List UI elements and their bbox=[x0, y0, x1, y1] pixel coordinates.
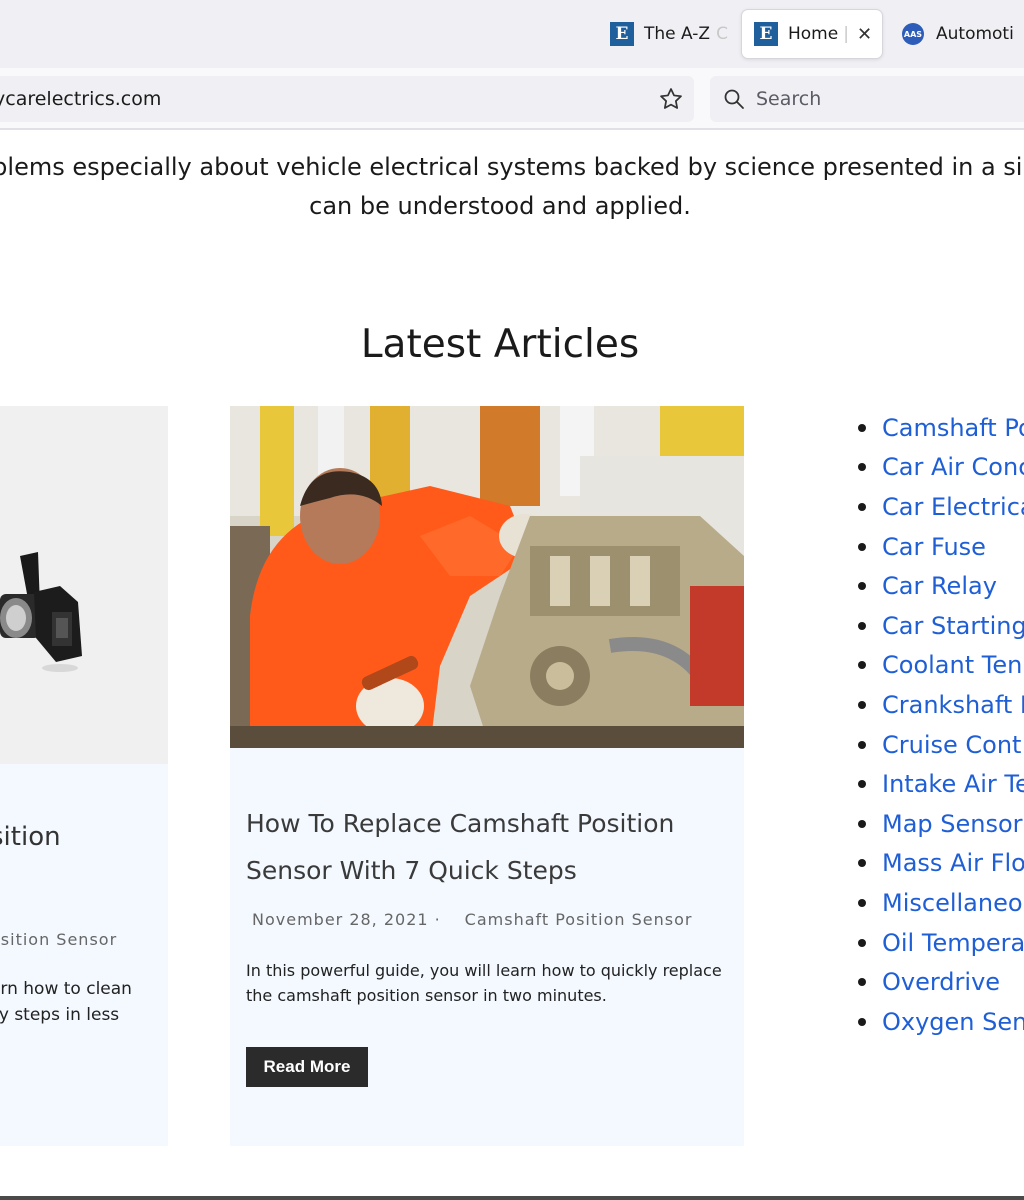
category-link[interactable]: Car Electrica bbox=[882, 493, 1024, 521]
search-input[interactable]: Search bbox=[710, 76, 1024, 122]
bullet-icon bbox=[858, 898, 866, 907]
bullet-icon bbox=[858, 423, 866, 432]
article-date[interactable]: November 28, 2021 bbox=[252, 910, 429, 929]
category-link[interactable]: Car Air Conc bbox=[882, 453, 1024, 481]
bullet-icon bbox=[858, 700, 866, 709]
bullet-icon bbox=[858, 740, 866, 749]
search-placeholder: Search bbox=[756, 88, 822, 110]
mechanic-engine-image[interactable] bbox=[230, 406, 744, 748]
bullet-icon bbox=[858, 859, 866, 868]
article-card-main[interactable]: How To Replace Camshaft Position Sensor … bbox=[230, 406, 744, 1146]
category-link[interactable]: Car Relay bbox=[882, 572, 997, 600]
site-favicon-icon: E bbox=[610, 22, 634, 46]
category-item: Car Electrica bbox=[858, 487, 1024, 527]
bullet-icon bbox=[858, 463, 866, 472]
intro-line: can be understood and applied. bbox=[309, 192, 691, 220]
category-item: Miscellaneo bbox=[858, 883, 1024, 923]
mechanic-illustration bbox=[230, 406, 744, 748]
category-item: Mass Air Flo bbox=[858, 844, 1024, 884]
site-favicon-icon: E bbox=[754, 22, 778, 46]
category-item: Car Fuse bbox=[858, 527, 1024, 567]
article-category[interactable]: Camshaft Position Sensor bbox=[465, 910, 693, 929]
bullet-icon bbox=[858, 502, 866, 511]
category-link[interactable]: Crankshaft I bbox=[882, 691, 1024, 719]
category-link[interactable]: Oil Tempera bbox=[882, 929, 1024, 957]
category-link[interactable]: Oxygen Sen bbox=[882, 1008, 1024, 1036]
url-bar[interactable]: ycarelectrics.com bbox=[0, 76, 694, 122]
url-text: ycarelectrics.com bbox=[0, 88, 162, 110]
tab-label-fade: C bbox=[716, 24, 728, 44]
article-excerpt: arn how to clean sy steps in less bbox=[0, 976, 168, 1028]
close-tab-icon[interactable]: ✕ bbox=[857, 24, 872, 45]
tab-home[interactable]: E Home | ✕ bbox=[742, 10, 882, 58]
excerpt-line: arn how to clean bbox=[0, 979, 132, 999]
category-item: Car Air Conc bbox=[858, 448, 1024, 488]
section-title: Latest Articles bbox=[360, 322, 640, 367]
bullet-icon bbox=[858, 582, 866, 591]
read-more-button[interactable]: Read More bbox=[246, 1047, 368, 1087]
category-item: Camshaft Po bbox=[858, 408, 1024, 448]
bullet-icon bbox=[858, 542, 866, 551]
bullet-icon bbox=[858, 661, 866, 670]
article-meta: November 28, 2021 · Camshaft Position Sens… bbox=[252, 910, 692, 929]
category-link[interactable]: Map Sensor bbox=[882, 810, 1023, 838]
category-item: Crankshaft I bbox=[858, 685, 1024, 725]
bullet-icon bbox=[858, 978, 866, 987]
tab-automotive[interactable]: AAS Automoti bbox=[890, 10, 1024, 58]
meta-separator: · bbox=[434, 910, 441, 929]
excerpt-line: sy steps in less bbox=[0, 1005, 120, 1025]
bullet-icon bbox=[858, 1017, 866, 1026]
article-title[interactable]: How To Replace Camshaft Position Sensor … bbox=[246, 800, 716, 894]
sensor-image[interactable] bbox=[0, 406, 168, 764]
category-list: Camshaft Po Car Air Conc Car Electrica C… bbox=[858, 408, 1024, 1042]
category-link[interactable]: Intake Air Te bbox=[882, 770, 1024, 798]
bottom-divider bbox=[0, 1196, 1024, 1200]
tab-label: Automoti bbox=[936, 24, 1014, 44]
category-item: Overdrive bbox=[858, 962, 1024, 1002]
nav-bar: ycarelectrics.com Search bbox=[0, 68, 1024, 130]
article-category[interactable]: osition Sensor bbox=[0, 930, 117, 949]
category-link[interactable]: Car Fuse bbox=[882, 533, 986, 561]
category-link[interactable]: Car Starting bbox=[882, 612, 1024, 640]
tab-bar: E The A-Z C E Home | ✕ AAS Automoti bbox=[0, 0, 1024, 68]
category-link[interactable]: Mass Air Flo bbox=[882, 849, 1024, 877]
intro-line: oblems especially about vehicle electric… bbox=[0, 153, 1023, 181]
category-item: Map Sensor bbox=[858, 804, 1024, 844]
tab-label-fade: | bbox=[843, 24, 849, 44]
tab-az-guide[interactable]: E The A-Z C bbox=[598, 10, 738, 58]
bullet-icon bbox=[858, 621, 866, 630]
article-title[interactable]: sition bbox=[0, 822, 168, 852]
category-item: Coolant Ten bbox=[858, 646, 1024, 686]
category-link[interactable]: Miscellaneo bbox=[882, 889, 1023, 917]
category-link[interactable]: Camshaft Po bbox=[882, 414, 1024, 442]
category-item: Cruise Cont bbox=[858, 725, 1024, 765]
search-icon bbox=[724, 89, 744, 109]
category-link[interactable]: Cruise Cont bbox=[882, 731, 1021, 759]
category-item: Car Starting bbox=[858, 606, 1024, 646]
sensor-illustration bbox=[0, 406, 168, 764]
category-link[interactable]: Coolant Ten bbox=[882, 651, 1022, 679]
bullet-icon bbox=[858, 819, 866, 828]
article-excerpt: In this powerful guide, you will learn h… bbox=[246, 961, 722, 1005]
bookmark-star-icon[interactable] bbox=[658, 86, 684, 112]
tab-label: The A-Z bbox=[644, 24, 711, 44]
bullet-icon bbox=[858, 780, 866, 789]
bullet-icon bbox=[858, 938, 866, 947]
category-item: Intake Air Te bbox=[858, 764, 1024, 804]
article-card-left[interactable]: sition osition Sensor arn how to clean s… bbox=[0, 406, 168, 1146]
category-item: Car Relay bbox=[858, 566, 1024, 606]
aas-favicon-icon: AAS bbox=[902, 23, 924, 45]
tab-label: Home bbox=[788, 24, 839, 44]
intro-text: oblems especially about vehicle electric… bbox=[0, 148, 1024, 226]
category-item: Oil Tempera bbox=[858, 923, 1024, 963]
category-item: Oxygen Sen bbox=[858, 1002, 1024, 1042]
category-link[interactable]: Overdrive bbox=[882, 968, 1000, 996]
